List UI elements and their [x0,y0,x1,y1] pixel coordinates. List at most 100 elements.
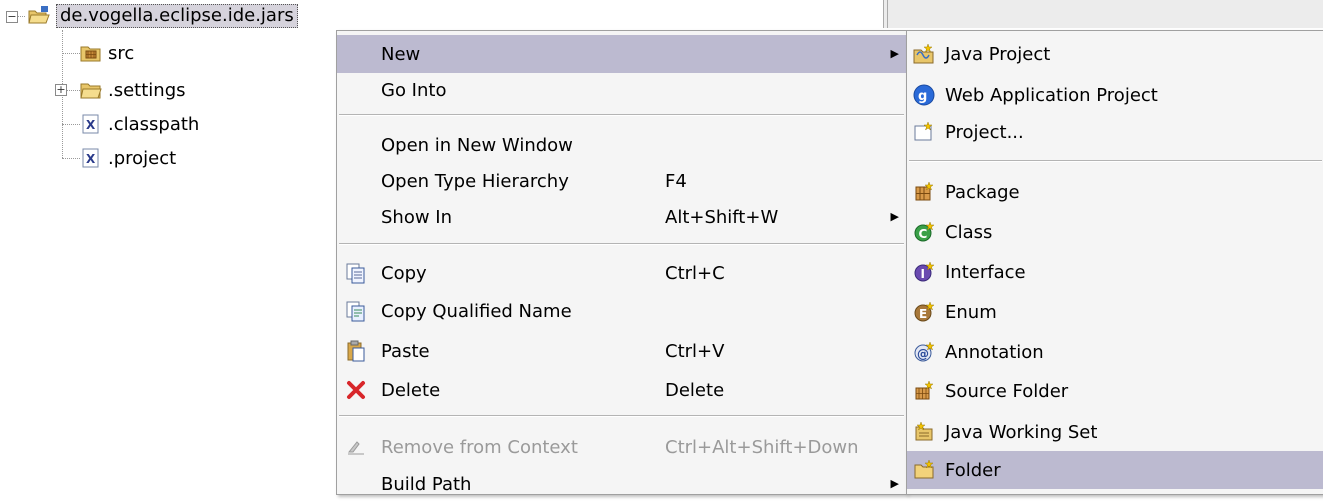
menu-item-label: Open in New Window [381,134,573,156]
submenu-arrow-icon: ▶ [890,477,899,490]
menu-item-label: Web Application Project [945,84,1158,106]
menu-item-copy[interactable]: Copy Ctrl+C [337,254,906,292]
menu-item-label: Build Path [381,473,472,495]
open-project-folder-icon [28,6,50,26]
tree-connector [17,16,25,17]
context-menu: New ▶ Go Into Open in New Window Open Ty… [336,30,907,495]
svg-text:I: I [921,267,925,281]
svg-text:X: X [86,118,96,132]
submenu-arrow-icon: ▶ [890,210,899,223]
new-folder-icon [913,459,935,481]
source-folder-icon [80,43,102,63]
menu-item-label: Annotation [945,341,1044,363]
google-web-project-icon: g [913,84,935,106]
tree-node-label: de.vogella.eclipse.ide.jars [56,4,298,28]
menu-item-shortcut: F4 [665,170,687,192]
working-set-icon [913,421,935,443]
menu-item-go-into[interactable]: Go Into [337,71,906,109]
menu-item-shortcut: Alt+Shift+W [665,206,779,228]
svg-text:@: @ [917,347,929,361]
menu-item-label: Go Into [381,79,447,101]
menu-item-label: Enum [945,301,997,323]
menu-separator [909,160,1322,162]
java-project-icon [913,43,935,65]
menu-item-paste[interactable]: Paste Ctrl+V [337,332,906,370]
menu-item-label: New [381,43,421,65]
menu-item-label: Remove from Context [381,436,578,458]
menu-item-label: Interface [945,261,1026,283]
delete-icon [345,379,367,401]
package-icon [913,181,935,203]
copy-qualified-name-icon [345,300,367,322]
tree-node-label: .project [108,147,177,169]
tree-connector [62,124,80,125]
submenu-item-source-folder[interactable]: Source Folder [907,372,1323,410]
menu-item-label: Copy [381,262,427,284]
menu-item-show-in[interactable]: Show In Alt+Shift+W ▶ [337,198,906,236]
svg-text:g: g [918,89,927,104]
sash-divider[interactable] [883,0,888,28]
tree-node-classpath[interactable]: X .classpath [80,111,199,137]
menu-item-label: Folder [945,459,1001,481]
xml-file-icon: X [80,148,102,168]
menu-item-label: Java Project [945,43,1051,65]
tree-node-label: .settings [108,79,186,101]
menu-item-open-in-new-window[interactable]: Open in New Window [337,126,906,164]
submenu-item-interface[interactable]: I Interface [907,253,1323,291]
menu-item-shortcut: Ctrl+C [665,262,725,284]
tree-node-label: src [108,42,135,64]
menu-item-new[interactable]: New ▶ [337,35,906,73]
remove-from-context-icon [345,436,367,458]
menu-item-label: Java Working Set [945,421,1098,443]
tree-node-src[interactable]: src [80,40,134,66]
menu-item-label: Copy Qualified Name [381,300,572,322]
svg-text:E: E [919,307,927,321]
menu-separator [339,243,904,245]
tree-connector [62,158,80,159]
tree-node-project[interactable]: de.vogella.eclipse.ide.jars [28,3,298,29]
class-icon: C [913,221,935,243]
menu-item-copy-qualified-name[interactable]: Copy Qualified Name [337,292,906,330]
menu-item-delete[interactable]: Delete Delete [337,371,906,409]
new-submenu: Java Project g Web Application Project P… [906,30,1323,495]
tree-node-settings[interactable]: .settings [80,77,186,103]
svg-text:X: X [86,152,96,166]
paste-icon [345,340,367,362]
submenu-item-enum[interactable]: E Enum [907,293,1323,331]
submenu-item-class[interactable]: C Class [907,213,1323,251]
submenu-item-java-working-set[interactable]: Java Working Set [907,413,1323,451]
tree-node-project-file[interactable]: X .project [80,145,176,171]
submenu-item-package[interactable]: Package [907,173,1323,211]
xml-file-icon: X [80,114,102,134]
package-explorer-tree: − de.vogella.eclipse.ide.jars src + .set… [0,0,340,493]
menu-item-label: Class [945,221,993,243]
menu-item-label: Show In [381,206,453,228]
enum-icon: E [913,301,935,323]
menu-item-label: Paste [381,340,430,362]
collapse-toggle-root[interactable]: − [6,11,18,23]
menu-separator [339,415,904,417]
tree-node-label: .classpath [108,113,200,135]
menu-item-label: Delete [381,379,441,401]
submenu-arrow-icon: ▶ [890,47,899,60]
menu-item-remove-from-context[interactable]: Remove from Context Ctrl+Alt+Shift+Down [337,428,906,466]
background-panel [888,0,1323,28]
menu-item-label: Source Folder [945,380,1069,402]
menu-item-build-path[interactable]: Build Path ▶ [337,465,906,503]
menu-item-open-type-hierarchy[interactable]: Open Type Hierarchy F4 [337,162,906,200]
svg-text:C: C [919,227,928,241]
copy-icon [345,262,367,284]
submenu-item-project[interactable]: Project... [907,113,1323,151]
menu-item-shortcut: Ctrl+Alt+Shift+Down [665,436,859,458]
submenu-item-folder[interactable]: Folder [907,451,1323,489]
submenu-item-java-project[interactable]: Java Project [907,35,1323,73]
expand-toggle-settings[interactable]: + [55,84,67,96]
interface-icon: I [913,261,935,283]
menu-item-shortcut: Ctrl+V [665,340,725,362]
folder-icon [80,80,102,100]
menu-separator [339,114,904,116]
new-project-icon [913,121,935,143]
submenu-item-web-application-project[interactable]: g Web Application Project [907,76,1323,114]
submenu-item-annotation[interactable]: @ Annotation [907,333,1323,371]
menu-item-label: Project... [945,121,1024,143]
